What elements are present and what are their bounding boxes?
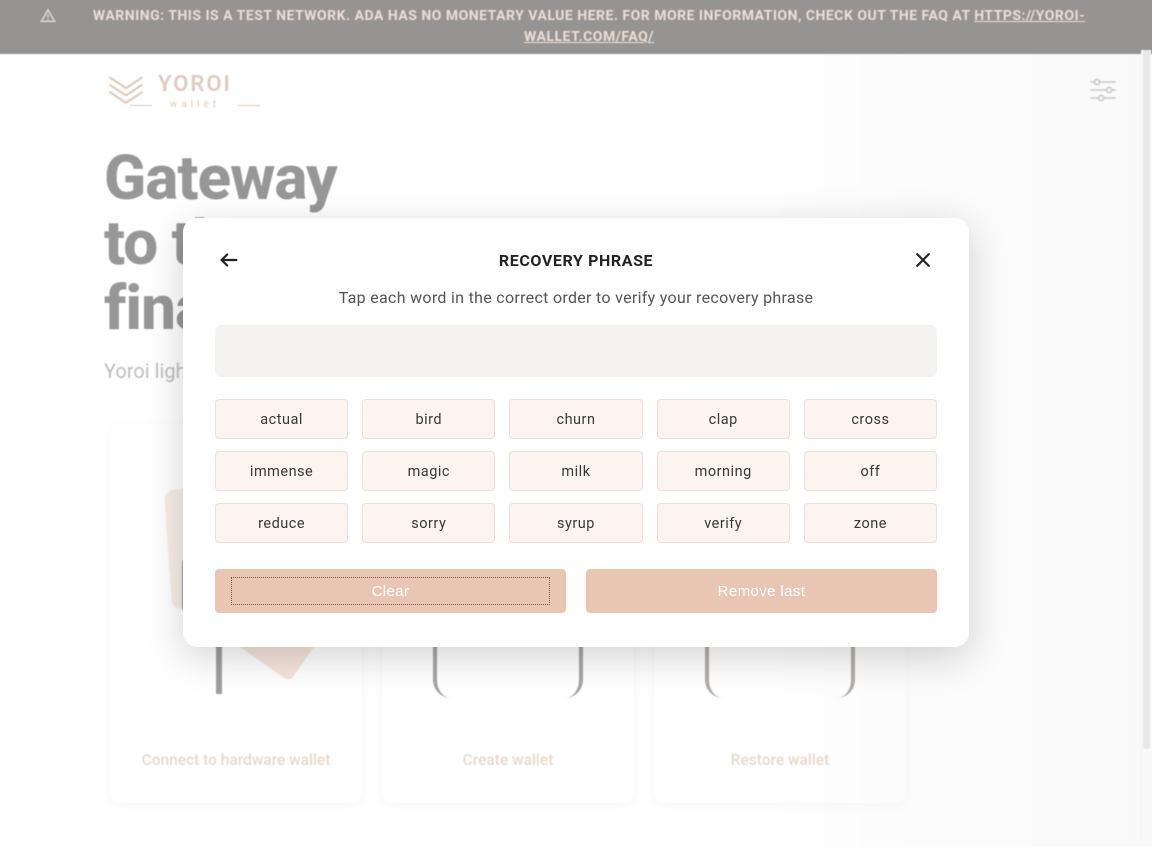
recovery-word-chip[interactable]: reduce — [215, 503, 348, 543]
modal-title: RECOVERY PHRASE — [499, 251, 653, 270]
recovery-word-chip[interactable]: bird — [362, 399, 495, 439]
modal-subtitle: Tap each word in the correct order to ve… — [215, 288, 937, 307]
recovery-word-chip[interactable]: milk — [509, 451, 642, 491]
remove-last-button[interactable]: Remove last — [586, 569, 937, 613]
recovery-word-chip[interactable]: clap — [657, 399, 790, 439]
recovery-word-chip[interactable]: sorry — [362, 503, 495, 543]
recovery-word-chip[interactable]: actual — [215, 399, 348, 439]
recovery-word-chip[interactable]: immense — [215, 451, 348, 491]
close-icon[interactable] — [909, 246, 937, 274]
recovery-word-grid: actual bird churn clap cross immense mag… — [215, 399, 937, 543]
clear-button[interactable]: Clear — [215, 569, 566, 613]
recovery-word-chip[interactable]: churn — [509, 399, 642, 439]
back-arrow-icon[interactable] — [215, 246, 243, 274]
recovery-word-chip[interactable]: zone — [804, 503, 937, 543]
selected-phrase-box — [215, 325, 937, 377]
recovery-word-chip[interactable]: syrup — [509, 503, 642, 543]
recovery-phrase-modal: RECOVERY PHRASE Tap each word in the cor… — [183, 218, 969, 647]
recovery-word-chip[interactable]: cross — [804, 399, 937, 439]
recovery-word-chip[interactable]: off — [804, 451, 937, 491]
recovery-word-chip[interactable]: magic — [362, 451, 495, 491]
recovery-word-chip[interactable]: morning — [657, 451, 790, 491]
recovery-word-chip[interactable]: verify — [657, 503, 790, 543]
